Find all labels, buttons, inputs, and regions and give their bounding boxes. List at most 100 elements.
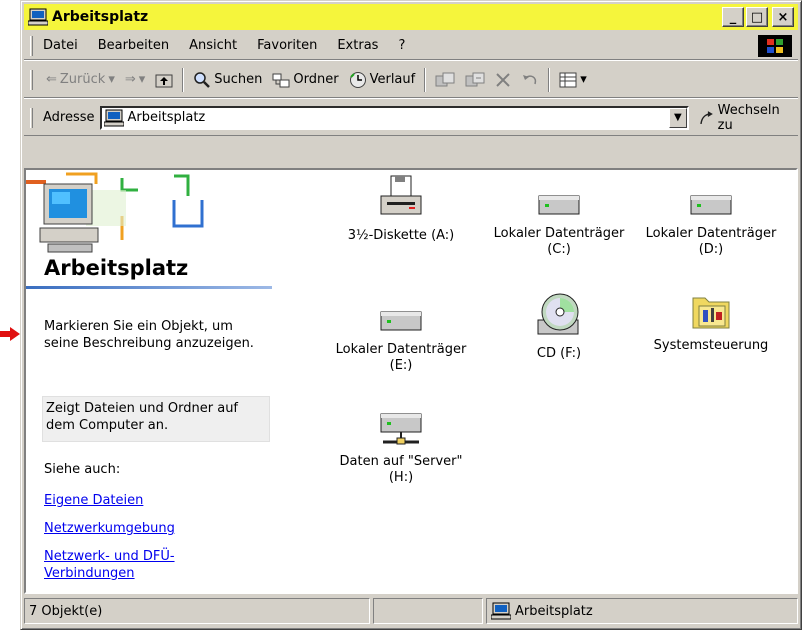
history-icon bbox=[349, 71, 366, 88]
content-area: Arbeitsplatz Markieren Sie ein Objekt, u… bbox=[24, 168, 798, 594]
search-button[interactable]: Suchen bbox=[188, 67, 267, 93]
address-value: Arbeitsplatz bbox=[127, 110, 206, 125]
drive-f-label: CD (F:) bbox=[536, 346, 582, 361]
my-computer-icon bbox=[28, 8, 48, 26]
up-folder-icon bbox=[155, 74, 173, 87]
toolbar: ⇐ Zurück ▾ ⇒ ▾ Suchen Ordner Verlauf ▾ bbox=[24, 62, 798, 98]
folders-button[interactable]: Ordner bbox=[267, 67, 343, 93]
back-dropdown-icon: ▾ bbox=[108, 72, 115, 87]
go-button[interactable]: Wechseln zu bbox=[699, 103, 798, 133]
menu-favoriten[interactable]: Favoriten bbox=[247, 38, 327, 53]
menu-datei[interactable]: Datei bbox=[41, 38, 88, 53]
red-arrow-pointer bbox=[0, 327, 20, 341]
delete-button[interactable] bbox=[490, 67, 516, 93]
link-netzwerkumgebung[interactable]: Netzwerkumgebung bbox=[44, 520, 175, 537]
close-button[interactable]: × bbox=[772, 7, 794, 27]
forward-dropdown-icon: ▾ bbox=[138, 72, 146, 87]
floppy-drive-icon bbox=[380, 175, 422, 215]
status-location: Arbeitsplatz bbox=[486, 598, 798, 624]
move-to-icon bbox=[435, 72, 455, 86]
control-panel-label: Systemsteuerung bbox=[653, 338, 769, 353]
address-input[interactable]: Arbeitsplatz ▼ bbox=[99, 105, 689, 130]
drive-c[interactable]: Lokaler Datenträger (C:) bbox=[484, 190, 634, 258]
go-label: Wechseln zu bbox=[717, 102, 780, 133]
menu-help[interactable]: ? bbox=[388, 38, 415, 53]
undo-button[interactable] bbox=[516, 67, 544, 93]
explorer-window: Arbeitsplatz _ □ × Datei Bearbeiten Ansi… bbox=[20, 0, 802, 630]
delete-icon bbox=[496, 72, 510, 87]
hard-drive-icon bbox=[380, 311, 422, 331]
panel-title: Arbeitsplatz bbox=[44, 256, 189, 280]
address-dropdown-button[interactable]: ▼ bbox=[668, 107, 687, 128]
toolbar-grip[interactable] bbox=[30, 69, 33, 90]
drive-e-label: Lokaler Datenträger (E:) bbox=[335, 342, 467, 373]
panel-description: Markieren Sie ein Objekt, um seine Besch… bbox=[44, 319, 254, 351]
up-folder-button[interactable] bbox=[150, 67, 178, 93]
address-bar: Adresse Arbeitsplatz ▼ Wechseln zu bbox=[24, 100, 798, 136]
menu-bearbeiten[interactable]: Bearbeiten bbox=[88, 38, 179, 53]
copy-to-button[interactable] bbox=[460, 67, 490, 93]
network-drive-icon bbox=[380, 413, 422, 445]
move-to-button[interactable] bbox=[430, 67, 460, 93]
web-view-panel: Arbeitsplatz Markieren Sie ein Objekt, u… bbox=[26, 170, 276, 592]
drive-h-label: Daten auf "Server" (H:) bbox=[339, 454, 463, 485]
views-icon bbox=[559, 72, 577, 87]
title-bar[interactable]: Arbeitsplatz _ □ × bbox=[24, 4, 798, 30]
status-empty-pane bbox=[373, 598, 483, 624]
see-also-label: Siehe auch: bbox=[44, 462, 121, 477]
drive-e[interactable]: Lokaler Datenträger (E:) bbox=[326, 306, 476, 374]
drive-d[interactable]: Lokaler Datenträger (D:) bbox=[636, 190, 786, 258]
drive-a-label: 3½-Diskette (A:) bbox=[347, 228, 455, 243]
hard-drive-icon bbox=[538, 195, 580, 215]
status-count-text: 7 Objekt(e) bbox=[29, 603, 103, 619]
folders-label: Ordner bbox=[293, 72, 339, 87]
toolbar-separator bbox=[182, 67, 185, 92]
history-button[interactable]: Verlauf bbox=[344, 67, 421, 93]
info-box: Zeigt Dateien und Ordner auf dem Compute… bbox=[42, 396, 270, 442]
cd-drive-icon bbox=[537, 293, 579, 335]
drive-c-label: Lokaler Datenträger (C:) bbox=[493, 226, 625, 257]
title-divider bbox=[26, 286, 272, 289]
back-arrow-icon: ⇐ bbox=[46, 72, 57, 87]
maximize-button[interactable]: □ bbox=[746, 7, 768, 27]
status-location-text: Arbeitsplatz bbox=[515, 603, 593, 619]
back-label: Zurück bbox=[59, 72, 106, 87]
forward-arrow-icon: ⇒ bbox=[124, 72, 136, 87]
search-icon bbox=[194, 71, 211, 88]
menu-extras[interactable]: Extras bbox=[327, 38, 388, 53]
address-label: Adresse bbox=[42, 110, 95, 125]
toolbar-separator bbox=[548, 67, 551, 92]
drive-a[interactable]: 3½-Diskette (A:) bbox=[326, 174, 476, 244]
hard-drive-icon bbox=[690, 195, 732, 215]
minimize-button[interactable]: _ bbox=[722, 7, 744, 27]
my-computer-banner-icon bbox=[26, 172, 204, 253]
drive-h[interactable]: Daten auf "Server" (H:) bbox=[326, 410, 476, 486]
drive-f[interactable]: CD (F:) bbox=[484, 290, 634, 362]
history-label: Verlauf bbox=[369, 72, 416, 87]
copy-to-icon bbox=[465, 72, 485, 86]
control-panel[interactable]: Systemsteuerung bbox=[636, 290, 786, 354]
go-arrow-icon bbox=[700, 110, 713, 124]
window-title: Arbeitsplatz bbox=[52, 9, 149, 25]
control-panel-icon bbox=[692, 297, 730, 329]
my-computer-icon bbox=[103, 109, 124, 126]
link-eigene-dateien[interactable]: Eigene Dateien bbox=[44, 492, 143, 509]
forward-button[interactable]: ⇒ ▾ bbox=[120, 67, 150, 93]
views-dropdown-icon: ▾ bbox=[580, 72, 587, 87]
my-computer-icon bbox=[491, 602, 511, 620]
menu-ansicht[interactable]: Ansicht bbox=[179, 38, 247, 53]
menu-bar: Datei Bearbeiten Ansicht Favoriten Extra… bbox=[24, 32, 798, 60]
status-bar: 7 Objekt(e) Arbeitsplatz bbox=[24, 598, 798, 626]
folders-icon bbox=[272, 73, 290, 87]
status-count: 7 Objekt(e) bbox=[24, 598, 370, 624]
views-button[interactable]: ▾ bbox=[554, 67, 592, 93]
windows-logo-icon bbox=[758, 35, 792, 57]
search-label: Suchen bbox=[214, 72, 263, 87]
link-netzwerk-dfue[interactable]: Netzwerk- und DFÜ-Verbindungen bbox=[44, 548, 224, 582]
toolbar-separator bbox=[424, 67, 427, 92]
drive-d-label: Lokaler Datenträger (D:) bbox=[645, 226, 777, 257]
menu-grip[interactable] bbox=[30, 35, 33, 56]
back-button[interactable]: ⇐ Zurück ▾ bbox=[41, 67, 120, 93]
undo-icon bbox=[523, 74, 537, 84]
address-grip[interactable] bbox=[30, 107, 33, 128]
